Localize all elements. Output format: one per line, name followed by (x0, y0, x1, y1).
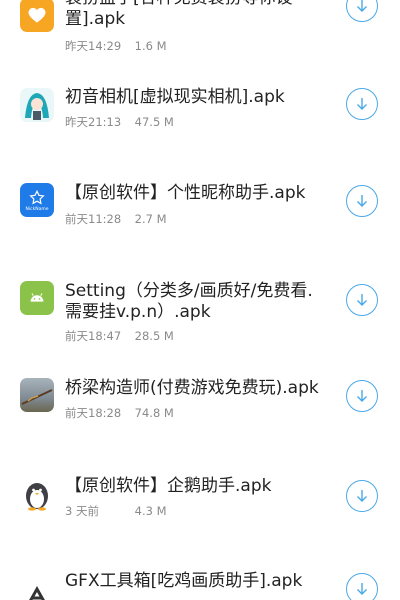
download-button[interactable] (346, 573, 378, 600)
file-time: 前天11:28 (65, 212, 122, 226)
download-arrow-icon (357, 490, 367, 502)
file-name: Setting（分类多/画质好/免费看.需要挂v.p.n）.apk (65, 281, 313, 322)
file-size: 47.5 M (134, 115, 174, 129)
file-time: 前天18:28 (65, 406, 122, 420)
download-arrow-icon (357, 195, 367, 207)
file-name: 装扮盒子[各种免费装扮等你设置].apk (65, 0, 293, 29)
download-button[interactable] (346, 480, 378, 512)
download-button[interactable] (346, 0, 378, 22)
list-item[interactable]: 装扮盒子[各种免费装扮等你设置].apk 昨天14:29 1.6 M (0, 0, 400, 60)
star-app-icon: NickName (20, 183, 54, 217)
download-button[interactable] (346, 380, 378, 412)
gfx-app-icon (20, 575, 54, 600)
heart-app-icon (20, 0, 54, 32)
file-time: 前天18:47 (65, 329, 122, 343)
file-meta: 前天11:28 2.7 M (65, 211, 167, 227)
list-item[interactable]: 初音相机[虚拟现实相机].apk 昨天21:13 47.5 M (0, 80, 400, 150)
file-name: GFX工具箱[吃鸡画质助手].apk (65, 571, 303, 591)
file-name: 初音相机[虚拟现实相机].apk (65, 87, 285, 107)
download-arrow-icon (357, 98, 367, 110)
bridge-app-icon (20, 378, 54, 412)
android-app-icon (20, 281, 54, 315)
file-meta: 昨天21:13 47.5 M (65, 114, 174, 130)
download-arrow-icon (357, 390, 367, 402)
file-meta: 昨天14:29 1.6 M (65, 38, 167, 54)
file-name: 【原创软件】个性昵称助手.apk (65, 183, 306, 203)
download-arrow-icon (357, 294, 367, 306)
download-arrow-icon (357, 583, 367, 595)
file-size: 1.6 M (134, 39, 167, 53)
file-size: 74.8 M (134, 406, 174, 420)
file-meta: 3 天前 4.3 M (65, 503, 167, 519)
file-meta: 前天18:28 74.8 M (65, 405, 174, 421)
list-item[interactable]: GFX工具箱[吃鸡画质助手].apk (0, 565, 400, 600)
file-time: 昨天21:13 (65, 115, 122, 129)
penguin-app-icon (20, 477, 54, 511)
download-button[interactable] (346, 185, 378, 217)
file-time: 3 天前 (65, 504, 99, 518)
list-item[interactable]: Setting（分类多/画质好/免费看.需要挂v.p.n）.apk 前天18:4… (0, 270, 400, 350)
file-size: 4.3 M (134, 504, 167, 518)
file-name: 【原创软件】企鹅助手.apk (65, 476, 272, 496)
file-size: 2.7 M (134, 212, 167, 226)
list-item[interactable]: NickName 【原创软件】个性昵称助手.apk 前天11:28 2.7 M (0, 175, 400, 245)
file-name: 桥梁构造师(付费游戏免费玩).apk (65, 378, 319, 398)
download-button[interactable] (346, 284, 378, 316)
file-time: 昨天14:29 (65, 39, 122, 53)
list-item[interactable]: 桥梁构造师(付费游戏免费玩).apk 前天18:28 74.8 M (0, 370, 400, 440)
download-arrow-icon (357, 0, 367, 12)
list-item[interactable]: 【原创软件】企鹅助手.apk 3 天前 4.3 M (0, 470, 400, 540)
file-size: 28.5 M (134, 329, 174, 343)
icon-caption: NickName (25, 206, 49, 212)
miku-app-icon (20, 88, 54, 122)
file-meta: 前天18:47 28.5 M (65, 328, 174, 344)
download-button[interactable] (346, 88, 378, 120)
